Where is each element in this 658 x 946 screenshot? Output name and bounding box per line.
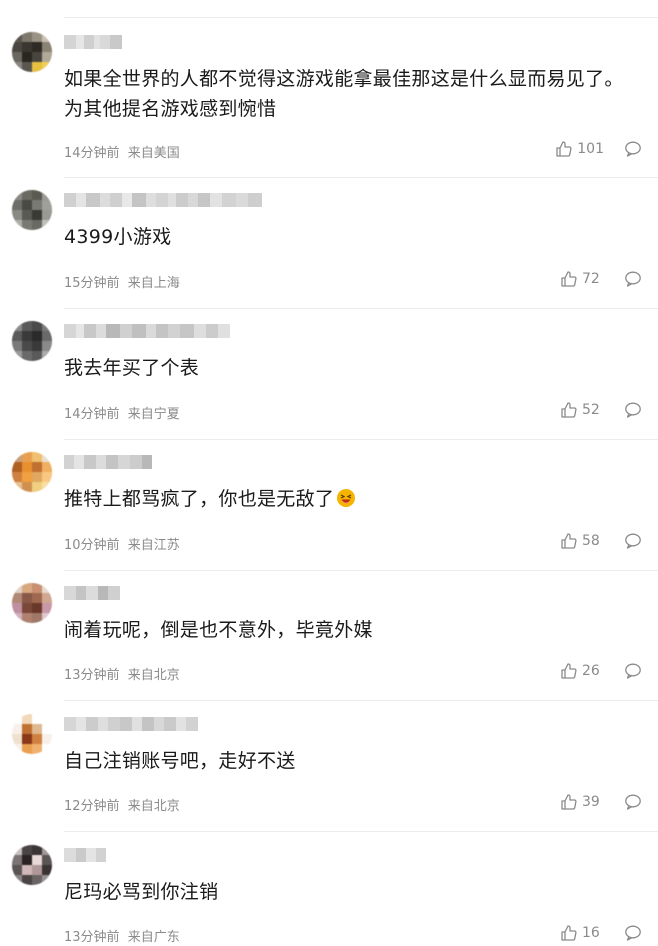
- speech-bubble-icon[interactable]: [624, 532, 642, 550]
- like-count: 26: [582, 663, 600, 679]
- comment-meta: 12分钟前 来自北京: [64, 795, 180, 814]
- avatar[interactable]: [12, 845, 52, 885]
- comment-divider: [64, 439, 658, 440]
- username-blurred[interactable]: [64, 324, 230, 340]
- speech-bubble-icon[interactable]: [624, 270, 642, 288]
- comment-text: 4399小游戏: [64, 226, 172, 248]
- username-blurred[interactable]: [64, 455, 152, 471]
- username-blurred[interactable]: [64, 848, 106, 864]
- laughing-face-emoji: [336, 487, 356, 507]
- comment-location: 来自美国: [127, 146, 180, 161]
- thumbs-up-icon[interactable]: [560, 924, 578, 942]
- comment-time: 12分钟前: [64, 799, 120, 814]
- comment-item: 如果全世界的人都不觉得这游戏能拿最佳那这是什么显而易见了。为其他提名游戏感到惋惜…: [0, 32, 658, 178]
- comment-text: 闹着玩呢，倒是也不意外，毕竟外媒: [64, 619, 373, 641]
- comment-text: 自己注销账号吧，走好不送: [64, 750, 296, 772]
- thumbs-up-icon[interactable]: [560, 401, 578, 419]
- like-count: 52: [582, 402, 600, 418]
- avatar[interactable]: [12, 714, 52, 754]
- comment-location: 来自江苏: [127, 538, 180, 553]
- comment-time: 13分钟前: [64, 930, 120, 945]
- comment-time: 13分钟前: [64, 668, 120, 683]
- speech-bubble-icon[interactable]: [624, 662, 642, 680]
- comment-actions: 16: [560, 924, 642, 942]
- speech-bubble-icon[interactable]: [624, 401, 642, 419]
- comment-actions: 58: [560, 532, 642, 550]
- comment-text-body: 推特上都骂疯了，你也是无敌了: [64, 488, 335, 510]
- comment-location: 来自北京: [127, 668, 180, 683]
- thumbs-up-icon[interactable]: [560, 532, 578, 550]
- comment-text: 推特上都骂疯了，你也是无敌了: [64, 484, 644, 514]
- like-count: 72: [582, 271, 600, 287]
- comment-time: 14分钟前: [64, 146, 120, 161]
- comment-actions: 101: [555, 140, 642, 158]
- like-count: 39: [582, 794, 600, 810]
- comment-location: 来自广东: [127, 930, 180, 945]
- comment-meta: 10分钟前 来自江苏: [64, 534, 180, 553]
- top-divider: [64, 17, 658, 18]
- comment-actions: 39: [560, 793, 642, 811]
- comment-divider: [64, 570, 658, 571]
- comment-item: 尼玛必骂到你注销 13分钟前 来自广东 16: [0, 845, 658, 945]
- comment-meta: 15分钟前 来自上海: [64, 272, 180, 291]
- comment-actions: 26: [560, 662, 642, 680]
- comment-item: 4399小游戏 15分钟前 来自上海 72: [0, 190, 658, 309]
- comment-item: 推特上都骂疯了，你也是无敌了 10分钟前 来自江苏 58: [0, 452, 658, 571]
- username-blurred[interactable]: [64, 35, 122, 51]
- comment-time: 15分钟前: [64, 276, 120, 291]
- like-count: 58: [582, 533, 600, 549]
- like-count: 101: [577, 141, 604, 157]
- speech-bubble-icon[interactable]: [624, 793, 642, 811]
- comment-actions: 72: [560, 270, 642, 288]
- speech-bubble-icon[interactable]: [624, 924, 642, 942]
- avatar[interactable]: [12, 452, 52, 492]
- comment-actions: 52: [560, 401, 642, 419]
- thumbs-up-icon[interactable]: [560, 270, 578, 288]
- thumbs-up-icon[interactable]: [555, 140, 573, 158]
- comment-text: 如果全世界的人都不觉得这游戏能拿最佳那这是什么显而易见了。为其他提名游戏感到惋惜: [64, 68, 624, 120]
- speech-bubble-icon[interactable]: [624, 140, 642, 158]
- username-blurred[interactable]: [64, 717, 198, 733]
- avatar[interactable]: [12, 321, 52, 361]
- comment-meta: 14分钟前 来自美国: [64, 142, 180, 161]
- comment-divider: [64, 700, 658, 701]
- username-blurred[interactable]: [64, 193, 262, 209]
- comment-location: 来自北京: [127, 799, 180, 814]
- comment-location: 来自上海: [127, 276, 180, 291]
- like-count: 16: [582, 925, 600, 941]
- comment-meta: 13分钟前 来自北京: [64, 664, 180, 683]
- comment-meta: 14分钟前 来自宁夏: [64, 403, 180, 422]
- comment-meta: 13分钟前 来自广东: [64, 926, 180, 945]
- thumbs-up-icon[interactable]: [560, 662, 578, 680]
- comment-text: 我去年买了个表: [64, 357, 200, 379]
- avatar[interactable]: [12, 583, 52, 623]
- avatar[interactable]: [12, 190, 52, 230]
- comment-item: 自己注销账号吧，走好不送 12分钟前 来自北京 39: [0, 714, 658, 832]
- comment-divider: [64, 177, 658, 178]
- comment-item: 闹着玩呢，倒是也不意外，毕竟外媒 13分钟前 来自北京 26: [0, 583, 658, 701]
- comment-divider: [64, 831, 658, 832]
- comment-time: 14分钟前: [64, 407, 120, 422]
- comment-time: 10分钟前: [64, 538, 120, 553]
- username-blurred[interactable]: [64, 586, 120, 602]
- comment-text: 尼玛必骂到你注销: [64, 881, 219, 903]
- avatar[interactable]: [12, 32, 52, 72]
- comment-location: 来自宁夏: [127, 407, 180, 422]
- comment-item: 我去年买了个表 14分钟前 来自宁夏 52: [0, 321, 658, 440]
- thumbs-up-icon[interactable]: [560, 793, 578, 811]
- comment-divider: [64, 308, 658, 309]
